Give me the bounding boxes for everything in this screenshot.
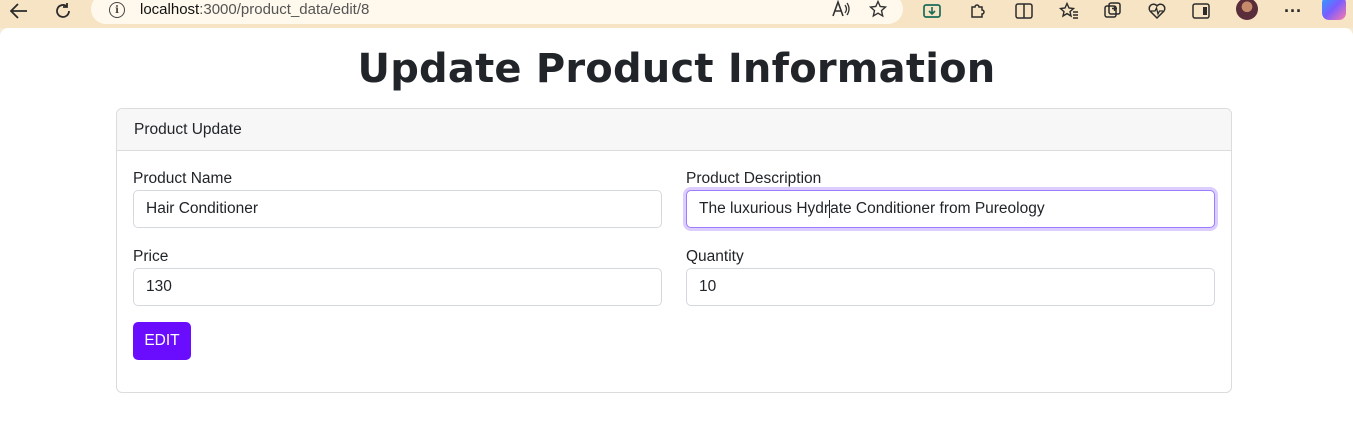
card-header: Product Update [117,109,1231,151]
price-input[interactable]: 130 [133,268,662,306]
address-bar[interactable]: i localhost:3000/product_data/edit/8 [91,0,903,24]
extensions-icon[interactable] [966,0,988,22]
product-name-label: Product Name [133,170,233,187]
browser-toolbar: i localhost:3000/product_data/edit/8 ··· [0,0,1353,28]
read-aloud-icon[interactable] [831,0,851,23]
page-content: Update Product Information Product Updat… [0,28,1353,437]
profile-avatar[interactable] [1236,0,1258,20]
favorites-icon[interactable] [1058,0,1080,22]
edit-button[interactable]: EDIT [133,322,191,360]
url-host: localhost [140,1,200,18]
collections-icon[interactable] [1102,0,1124,22]
page-title: Update Product Information [357,46,996,92]
back-arrow-icon[interactable] [8,0,30,22]
download-icon[interactable] [921,0,943,22]
quantity-label: Quantity [686,248,744,265]
sidebar-icon[interactable] [1190,0,1212,22]
url-path: :3000/product_data/edit/8 [199,1,370,18]
product-name-input[interactable]: Hair Conditioner [133,190,662,228]
more-icon[interactable]: ··· [1282,0,1304,22]
description-text-before-caret: The luxurious Hydr [699,200,830,217]
favorite-star-icon[interactable] [868,0,888,23]
product-description-input[interactable]: The luxurious Hydr ate Conditioner from P… [686,190,1215,228]
info-icon[interactable]: i [109,2,125,18]
split-screen-icon[interactable] [1013,0,1035,22]
refresh-icon[interactable] [52,0,74,22]
product-update-card: Product Update Product Name Hair Conditi… [116,108,1232,393]
description-text-after-caret: ate Conditioner from Pureology [830,200,1045,217]
price-label: Price [133,248,169,265]
product-description-label: Product Description [686,170,822,187]
quantity-input[interactable]: 10 [686,268,1215,306]
copilot-icon[interactable] [1322,0,1346,20]
health-icon[interactable] [1146,0,1168,22]
address-url[interactable]: localhost:3000/product_data/edit/8 [140,1,369,18]
